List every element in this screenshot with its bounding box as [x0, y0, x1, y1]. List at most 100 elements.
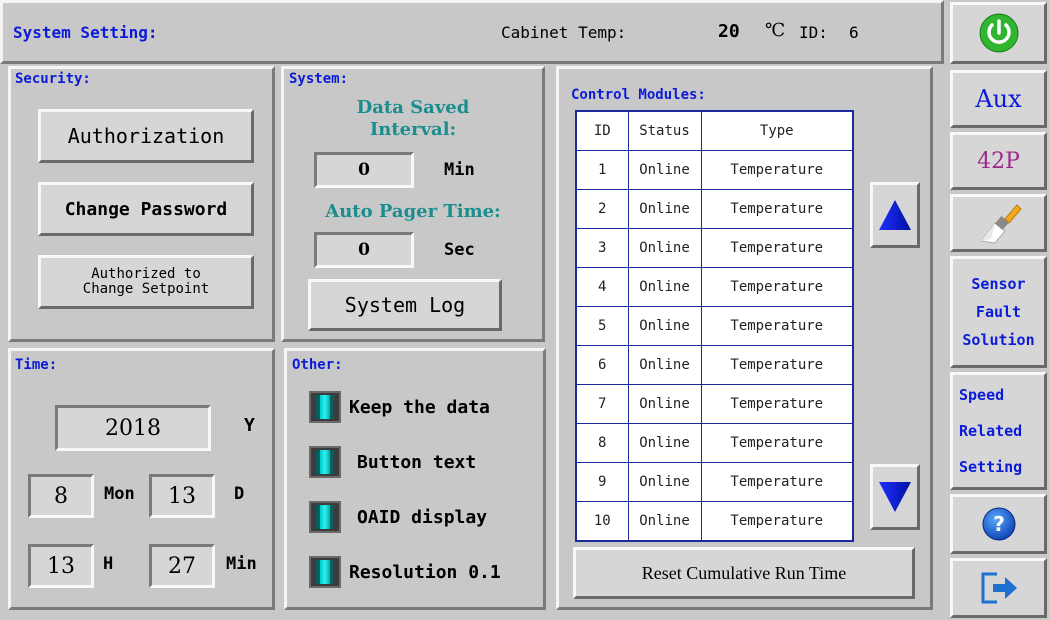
row-id: 2: [575, 189, 629, 229]
id-label: ID:: [799, 23, 828, 42]
page-title: System Setting:: [13, 23, 158, 42]
row-type: Temperature: [700, 267, 854, 307]
row-status: Online: [627, 384, 702, 424]
security-panel: Security: Authorization Change Password …: [8, 66, 275, 342]
row-status: Online: [627, 501, 702, 542]
power-icon: [979, 13, 1018, 53]
table-row[interactable]: 5 Online Temperature: [575, 306, 854, 346]
row-type: Temperature: [700, 501, 854, 542]
row-status: Online: [627, 150, 702, 190]
table-row[interactable]: 4 Online Temperature: [575, 267, 854, 307]
row-type: Temperature: [700, 462, 854, 502]
row-id: 5: [575, 306, 629, 346]
row-status: Online: [627, 345, 702, 385]
help-icon: ?: [982, 507, 1015, 541]
help-button[interactable]: ?: [950, 494, 1047, 554]
scroll-down-button[interactable]: [870, 464, 920, 530]
minute-field[interactable]: 27: [149, 544, 215, 588]
auto-pager-input[interactable]: 0: [314, 232, 414, 268]
year-field[interactable]: 2018: [55, 405, 211, 451]
security-title: Security:: [15, 71, 91, 87]
data-saved-line2: Interval:: [369, 119, 457, 140]
row-id: 8: [575, 423, 629, 463]
oaid-display-label: OAID display: [357, 507, 488, 528]
table-row[interactable]: 2 Online Temperature: [575, 189, 854, 229]
row-id: 4: [575, 267, 629, 307]
system-log-button[interactable]: System Log: [308, 279, 502, 331]
row-status: Online: [627, 306, 702, 346]
minute-unit: Min: [226, 554, 257, 574]
row-type: Temperature: [700, 150, 854, 190]
month-field[interactable]: 8: [28, 474, 94, 518]
row-type: Temperature: [700, 228, 854, 268]
row-id: 3: [575, 228, 629, 268]
row-id: 7: [575, 384, 629, 424]
keep-data-checkbox[interactable]: [309, 391, 341, 423]
clean-button[interactable]: [950, 194, 1047, 252]
power-button[interactable]: [950, 2, 1047, 64]
row-type: Temperature: [700, 423, 854, 463]
sensor-line3: Solution: [962, 331, 1035, 349]
keep-data-label: Keep the data: [349, 397, 490, 418]
table-row[interactable]: 6 Online Temperature: [575, 345, 854, 385]
table-header-row: ID Status Type: [575, 110, 854, 151]
row-id: 6: [575, 345, 629, 385]
button-text-checkbox[interactable]: [309, 446, 341, 478]
row-type: Temperature: [700, 345, 854, 385]
speed-related-setting-button[interactable]: Speed Related Setting: [950, 372, 1047, 490]
sensor-fault-solution-button[interactable]: Sensor Fault Solution: [950, 256, 1047, 368]
month-unit: Mon: [104, 484, 135, 504]
data-saved-unit: Min: [444, 160, 475, 180]
change-setpoint-line1: Authorized to: [91, 266, 201, 282]
42p-button[interactable]: 42P: [950, 132, 1047, 190]
cabinet-temp-label: Cabinet Temp:: [501, 23, 627, 42]
sensor-line1: Sensor: [971, 275, 1026, 293]
aux-label: Aux: [975, 85, 1022, 113]
exit-icon: [981, 572, 1017, 604]
id-value: 6: [849, 23, 859, 42]
hour-field[interactable]: 13: [28, 544, 94, 588]
row-id: 1: [575, 150, 629, 190]
resolution-checkbox[interactable]: [309, 556, 341, 588]
day-field[interactable]: 13: [149, 474, 215, 518]
data-saved-input[interactable]: 0: [314, 152, 414, 188]
change-password-button[interactable]: Change Password: [38, 182, 254, 236]
time-title: Time:: [15, 357, 58, 373]
day-unit: D: [234, 484, 245, 504]
row-type: Temperature: [700, 384, 854, 424]
time-panel: Time: 2018 Y 8 Mon 13 D 13 H 27 Min: [8, 348, 275, 610]
cabinet-temp-unit: ℃: [765, 20, 786, 41]
row-status: Online: [627, 228, 702, 268]
table-row[interactable]: 7 Online Temperature: [575, 384, 854, 424]
speed-line3: Setting: [959, 458, 1023, 476]
table-row[interactable]: 9 Online Temperature: [575, 462, 854, 502]
reset-run-time-button[interactable]: Reset Cumulative Run Time: [573, 547, 915, 599]
scroll-up-button[interactable]: [870, 182, 920, 248]
arrow-up-icon: [879, 200, 911, 230]
resolution-label: Resolution 0.1: [349, 562, 501, 583]
row-status: Online: [627, 189, 702, 229]
table-row[interactable]: 8 Online Temperature: [575, 423, 854, 463]
other-title: Other:: [292, 357, 343, 373]
row-status: Online: [627, 423, 702, 463]
svg-text:?: ?: [993, 512, 1005, 536]
table-row[interactable]: 3 Online Temperature: [575, 228, 854, 268]
table-row[interactable]: 1 Online Temperature: [575, 150, 854, 190]
data-saved-line1: Data Saved: [356, 97, 470, 118]
control-modules-panel: Control Modules: ID Status Type 1 Online T…: [556, 66, 933, 610]
auto-pager-unit: Sec: [444, 240, 475, 260]
change-setpoint-button[interactable]: Authorized to Change Setpoint: [38, 255, 254, 309]
aux-button[interactable]: Aux: [950, 70, 1047, 128]
modules-table: ID Status Type 1 Online Temperature 2 Onlin…: [575, 110, 854, 542]
oaid-display-checkbox[interactable]: [309, 501, 341, 533]
row-id: 9: [575, 462, 629, 502]
system-panel: System: Data Saved Interval: 0 Min Auto …: [281, 66, 545, 342]
auto-pager-label: Auto Pager Time:: [325, 201, 501, 222]
speed-line1: Speed: [959, 386, 1005, 404]
exit-button[interactable]: [950, 558, 1047, 618]
header-type: Type: [700, 110, 854, 151]
table-row[interactable]: 10 Online Temperature: [575, 501, 854, 542]
clean-brush-icon: [979, 204, 1022, 244]
other-panel: Other: Keep the data Button text OAID di…: [284, 348, 546, 610]
authorization-button[interactable]: Authorization: [38, 109, 254, 163]
